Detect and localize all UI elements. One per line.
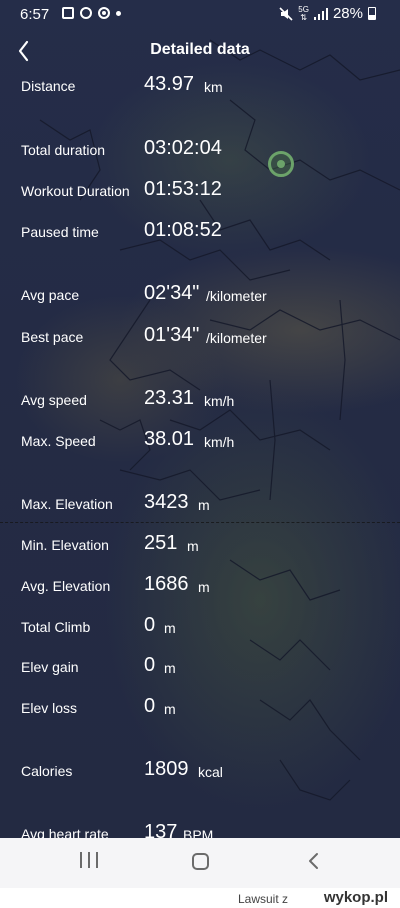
stat-row-elev-loss: Elev loss 0 m — [21, 692, 381, 722]
app-header: Detailed data — [0, 32, 400, 70]
record-notification-icon — [98, 7, 110, 19]
stat-row-min-elevation: Min. Elevation 251 m — [21, 529, 381, 559]
stat-row-avg-pace: Avg pace 02'34" /kilometer — [21, 279, 381, 309]
recent-apps-icon[interactable] — [80, 852, 98, 870]
stat-row-best-pace: Best pace 01'34" /kilometer — [21, 321, 381, 351]
map-equator-line — [0, 522, 400, 523]
battery-icon — [368, 7, 376, 20]
timer-notification-icon — [80, 7, 92, 19]
stat-unit: kcal — [198, 764, 223, 780]
stat-label: Max. Elevation — [21, 496, 113, 512]
stat-label: Distance — [21, 78, 76, 94]
stat-value: 0 — [144, 614, 156, 636]
stat-unit: BPM — [183, 827, 214, 838]
network-type: 5G ⇅ — [298, 4, 309, 22]
stat-row-total-duration: Total duration 03:02:04 — [21, 134, 381, 164]
stat-value: 23.31 — [144, 387, 195, 409]
stat-label: Elev gain — [21, 659, 79, 675]
stat-value: 0 — [144, 695, 156, 717]
watermark-user: Lawsuit z — [237, 892, 288, 906]
stat-row-avg-speed: Avg speed 23.31 km/h — [21, 384, 381, 414]
stat-label: Avg pace — [21, 287, 80, 303]
stat-label: Total duration — [21, 142, 106, 158]
stat-value: 1809 — [144, 758, 189, 780]
stat-unit: /kilometer — [206, 330, 267, 346]
stat-label: Avg heart rate — [21, 826, 109, 838]
stat-value: 01:08:52 — [144, 219, 222, 241]
stat-value: 01:53:12 — [144, 178, 222, 200]
stat-row-paused-time: Paused time 01:08:52 — [21, 216, 381, 246]
watermark-site: wykop.pl — [323, 889, 388, 906]
stat-row-elev-gain: Elev gain 0 m — [21, 651, 381, 681]
signal-icon — [313, 7, 328, 20]
more-notifications-icon — [116, 10, 121, 16]
stat-value: 43.97 — [144, 73, 195, 95]
stat-row-avg-heart-rate: Avg heart rate 137 BPM — [21, 818, 381, 838]
stat-unit: /kilometer — [206, 288, 267, 304]
system-nav-bar — [0, 838, 400, 888]
stat-value: 137 — [144, 821, 178, 838]
stat-row-avg-elevation: Avg. Elevation 1686 m — [21, 570, 381, 600]
stat-label: Calories — [21, 763, 73, 779]
stat-unit: km/h — [204, 393, 235, 409]
stat-value: 01'34" — [144, 324, 200, 346]
status-time: 6:57 — [20, 6, 50, 23]
stat-unit: m — [164, 620, 176, 636]
stat-unit: m — [187, 538, 199, 554]
stat-label: Avg. Elevation — [21, 578, 111, 594]
battery-percent: 28% — [332, 5, 363, 22]
stat-label: Elev loss — [21, 700, 78, 716]
stat-value: 1686 — [144, 573, 189, 595]
stat-label: Total Climb — [21, 619, 91, 635]
stat-label: Workout Duration — [21, 183, 130, 199]
stat-unit: km — [204, 79, 223, 95]
stat-label: Min. Elevation — [21, 537, 109, 553]
stat-unit: m — [164, 701, 176, 717]
stat-value: 251 — [144, 532, 178, 554]
stat-label: Avg speed — [21, 392, 87, 408]
stat-unit: m — [164, 660, 176, 676]
stat-row-max-elevation: Max. Elevation 3423 m — [21, 488, 381, 518]
status-right: 5G ⇅ 28% — [279, 5, 376, 22]
mute-icon — [279, 6, 293, 21]
stat-row-calories: Calories 1809 kcal — [21, 755, 381, 785]
stat-unit: m — [198, 497, 210, 513]
stat-value: 3423 — [144, 491, 189, 513]
stat-row-total-climb: Total Climb 0 m — [21, 611, 381, 641]
stat-row-max-speed: Max. Speed 38.01 km/h — [21, 425, 381, 455]
nav-back-icon[interactable] — [304, 851, 324, 871]
stat-unit: km/h — [204, 434, 235, 450]
stat-label: Best pace — [21, 329, 84, 345]
notification-icons — [62, 7, 121, 19]
stat-row-distance: Distance 43.97 km — [21, 70, 381, 100]
screen: 6:57 5G ⇅ 28% Detailed data Distance 43.… — [0, 0, 400, 838]
stat-value: 0 — [144, 654, 156, 676]
watermark: Lawsuit z wykop.pl — [0, 888, 400, 908]
status-bar: 6:57 5G ⇅ 28% — [0, 0, 400, 30]
stat-value: 38.01 — [144, 428, 195, 450]
stat-value: 03:02:04 — [144, 137, 222, 159]
home-icon[interactable] — [192, 853, 209, 870]
stat-label: Max. Speed — [21, 433, 96, 449]
page-title: Detailed data — [150, 41, 250, 58]
stat-value: 02'34" — [144, 282, 200, 304]
stat-label: Paused time — [21, 224, 99, 240]
stat-unit: m — [198, 579, 210, 595]
gallery-notification-icon — [62, 7, 74, 19]
stat-row-workout-duration: Workout Duration 01:53:12 — [21, 175, 381, 205]
